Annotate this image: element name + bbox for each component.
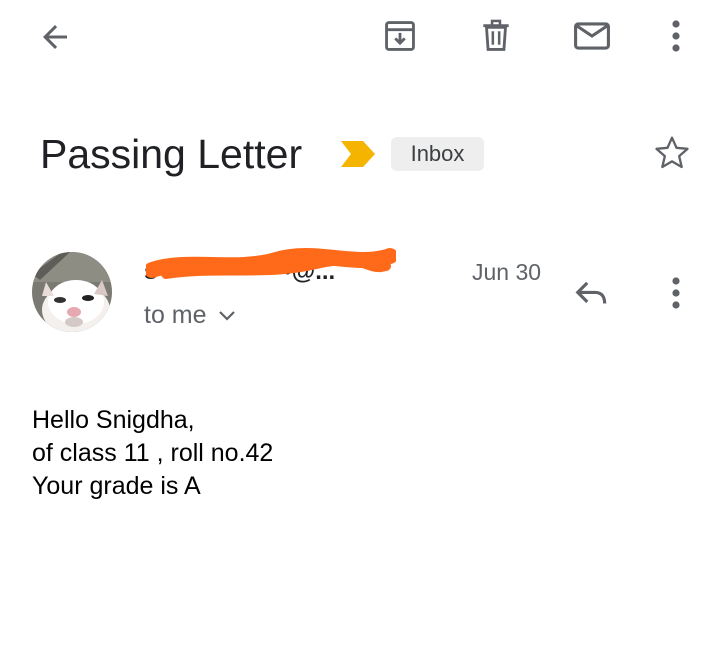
- recipient-details-toggle[interactable]: to me: [144, 300, 237, 330]
- delete-icon: [483, 19, 509, 51]
- reply-button[interactable]: [568, 272, 616, 316]
- delete-button[interactable]: [472, 12, 520, 60]
- sender-avatar[interactable]: [32, 252, 112, 332]
- chevron-down-icon: [218, 311, 235, 321]
- body-line: Your grade is A: [32, 472, 201, 500]
- archive-icon: [385, 21, 415, 51]
- message-body: Hello Snigdha, of class 11 , roll no.42 …: [32, 404, 273, 503]
- back-arrow-icon: [43, 25, 67, 49]
- message-date: Jun 30: [472, 259, 542, 285]
- message-more-options-button[interactable]: [656, 270, 696, 316]
- body-line: of class 11 , roll no.42: [32, 439, 274, 467]
- mark-unread-icon: [574, 22, 610, 50]
- star-button[interactable]: [648, 130, 696, 176]
- more-vert-icon: [672, 20, 680, 52]
- inbox-label-chip[interactable]: Inbox: [391, 137, 484, 171]
- sender-redaction: [146, 248, 396, 279]
- email-subject: Passing Letter: [40, 131, 303, 177]
- recipient-label: to me: [144, 301, 207, 329]
- back-button[interactable]: [30, 14, 80, 60]
- cat-photo-icon: [32, 252, 112, 332]
- more-vert-icon: [672, 277, 680, 309]
- star-icon: [655, 136, 689, 169]
- importance-marker-icon[interactable]: [341, 139, 377, 169]
- archive-button[interactable]: [376, 12, 424, 60]
- more-options-button[interactable]: [656, 12, 696, 60]
- body-line: Hello Snigdha,: [32, 406, 195, 434]
- mark-unread-button[interactable]: [566, 12, 618, 60]
- reply-icon: [575, 281, 607, 304]
